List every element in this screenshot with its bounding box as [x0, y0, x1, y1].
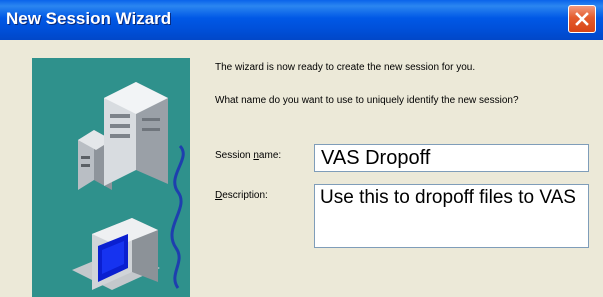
network-servers-illustration-icon [72, 82, 185, 290]
session-name-input[interactable]: VAS Dropoff [314, 144, 589, 172]
session-name-label-prefix: Session [215, 150, 254, 161]
intro-text: The wizard is now ready to create the ne… [215, 62, 476, 73]
session-name-label: Session name: [215, 150, 281, 161]
window-title: New Session Wizard [6, 9, 172, 28]
title-bar[interactable]: New Session Wizard [0, 0, 603, 40]
question-text: What name do you want to use to uniquely… [215, 95, 519, 106]
close-button[interactable] [568, 5, 596, 33]
close-icon [575, 12, 589, 26]
new-session-wizard-window: New Session Wizard The wizard is now rea… [0, 0, 603, 297]
description-label: Description: [215, 190, 268, 201]
description-input[interactable]: Use this to dropoff files to VAS [314, 184, 589, 248]
session-name-label-suffix: ame: [258, 150, 282, 161]
wizard-illustration [32, 58, 190, 297]
description-label-suffix: escription: [222, 190, 268, 201]
wizard-body: The wizard is now ready to create the ne… [0, 40, 603, 297]
